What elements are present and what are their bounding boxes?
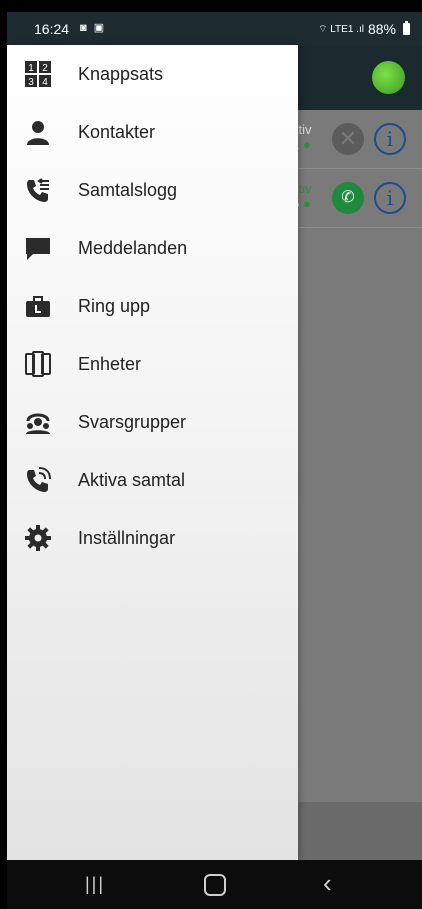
menu-item-kontakter[interactable]: Kontakter (7, 103, 298, 161)
menu-item-label: Svarsgrupper (78, 411, 187, 432)
system-nav-bar: ||| ‹ (7, 860, 422, 909)
menu-item-meddelanden[interactable]: Meddelanden (7, 219, 298, 277)
menu-item-label: Ring upp (78, 295, 151, 316)
status-bar: 16:24 ◙ ▣ ⌔ LTE1 .ıl 88% (7, 12, 422, 45)
devices-icon (25, 351, 51, 377)
menu-item-label: Knappsats (78, 63, 164, 84)
briefcase-callback-icon (25, 293, 51, 319)
person-icon (25, 119, 51, 145)
menu-item-label: Samtalslogg (78, 179, 178, 200)
menu-item-enheter[interactable]: Enheter (7, 335, 298, 393)
menu-item-installningar[interactable]: Inställningar (7, 509, 298, 567)
menu-item-samtalslogg[interactable]: Samtalslogg (7, 161, 298, 219)
battery-percent: 88% (367, 21, 396, 37)
person-icon: ● (302, 137, 311, 152)
menu-item-svarsgrupper[interactable]: Svarsgrupper (7, 393, 298, 451)
signal-icon: ⌔ LTE1 .ıl (318, 23, 364, 35)
active-call-icon (25, 467, 51, 493)
menu-item-label: Inställningar (78, 527, 176, 548)
menu-item-knappsats[interactable]: 1 2 3 4 Knappsats (7, 45, 298, 103)
person-icon: ● (302, 196, 311, 211)
battery-icon (403, 21, 410, 35)
recent-apps-button[interactable]: ||| (85, 874, 105, 895)
back-button[interactable]: ‹ (323, 868, 332, 899)
online-status-dot (372, 61, 405, 94)
info-icon[interactable]: i (374, 123, 406, 155)
keypad-digit: 2 (42, 63, 48, 74)
keypad-digit: 3 (28, 77, 34, 87)
menu-item-label: Meddelanden (78, 237, 188, 258)
hangup-disabled-icon[interactable]: ✕ (332, 123, 364, 155)
screen: 16:24 ◙ ▣ ⌔ LTE1 .ıl 88% ktiv 1 ● ✕ i kt… (7, 12, 422, 909)
menu-item-ring-upp[interactable]: Ring upp (7, 277, 298, 335)
menu-item-label: Kontakter (78, 121, 156, 142)
info-icon[interactable]: i (374, 182, 406, 214)
menu-item-label: Enheter (78, 353, 142, 374)
keypad-icon: 1 2 3 4 (25, 61, 51, 87)
notification-icons: ◙ ▣ (80, 22, 107, 34)
status-time: 16:24 (34, 21, 70, 37)
answer-group-icon (25, 409, 51, 435)
navigation-drawer: 1 2 3 4 Knappsats Kontakter Samtalslogg … (7, 45, 298, 860)
keypad-digit: 4 (42, 77, 48, 87)
message-icon (25, 235, 51, 261)
menu-item-label: Aktiva samtal (78, 469, 186, 490)
call-log-icon (25, 177, 51, 203)
menu-item-aktiva-samtal[interactable]: Aktiva samtal (7, 451, 298, 509)
home-button[interactable] (204, 874, 226, 896)
gear-icon (25, 525, 51, 551)
status-right: ⌔ LTE1 .ıl 88% (318, 21, 410, 37)
call-icon[interactable]: ✆ (332, 182, 364, 214)
keypad-digit: 1 (28, 63, 34, 74)
